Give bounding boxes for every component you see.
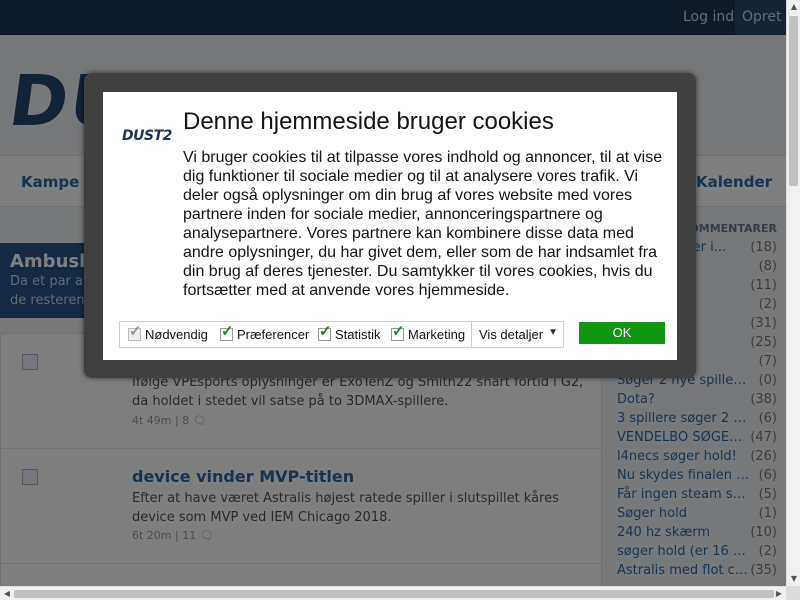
- scroll-left-arrow-icon[interactable]: ◀: [0, 587, 14, 600]
- chevron-down-icon: ▼: [548, 327, 558, 338]
- scrollbar-corner: [786, 586, 800, 600]
- horizontal-scrollbar[interactable]: ◀ ▶: [0, 586, 786, 600]
- checkbox-necessary: ✓: [128, 324, 142, 341]
- consent-options: ✓ Nødvendig ✓ Præferencer ✓ Statistik ✓ …: [119, 321, 564, 348]
- vertical-scrollbar[interactable]: ▲ ▼: [786, 0, 800, 586]
- option-preferences[interactable]: ✓ Præferencer: [220, 322, 309, 347]
- horizontal-scroll-thumb[interactable]: [14, 590, 774, 598]
- option-marketing[interactable]: ✓ Marketing: [391, 322, 465, 347]
- checkbox-preferences[interactable]: ✓: [220, 324, 234, 341]
- check-icon: ✓: [392, 323, 405, 340]
- cookie-dialog: DUST2 Denne hjemmeside bruger cookies Vi…: [103, 92, 677, 360]
- option-label: Statistik: [335, 327, 381, 342]
- option-label: Præferencer: [237, 327, 310, 342]
- checkbox-statistics[interactable]: ✓: [318, 324, 332, 341]
- option-statistics[interactable]: ✓ Statistik: [318, 322, 381, 347]
- checkbox-marketing[interactable]: ✓: [391, 324, 405, 341]
- dialog-logo: DUST2: [122, 128, 172, 144]
- vertical-scroll-thumb[interactable]: [789, 16, 798, 186]
- scroll-up-arrow-icon[interactable]: ▲: [787, 0, 800, 14]
- option-label: Marketing: [408, 327, 466, 342]
- option-necessary: ✓ Nødvendig: [128, 322, 208, 347]
- show-details-label: Vis detaljer: [479, 327, 544, 342]
- option-label: Nødvendig: [145, 327, 208, 342]
- check-icon: ✓: [319, 323, 332, 340]
- show-details-select[interactable]: Vis detaljer ▼: [471, 322, 564, 347]
- dialog-body: Vi bruger cookies til at tilpasse vores …: [183, 149, 663, 299]
- check-icon: ✓: [221, 323, 234, 340]
- dialog-title: Denne hjemmeside bruger cookies: [183, 108, 554, 135]
- scroll-right-arrow-icon[interactable]: ▶: [772, 587, 786, 600]
- scroll-down-arrow-icon[interactable]: ▼: [787, 572, 800, 586]
- check-icon: ✓: [129, 323, 142, 340]
- ok-button[interactable]: OK: [579, 322, 665, 344]
